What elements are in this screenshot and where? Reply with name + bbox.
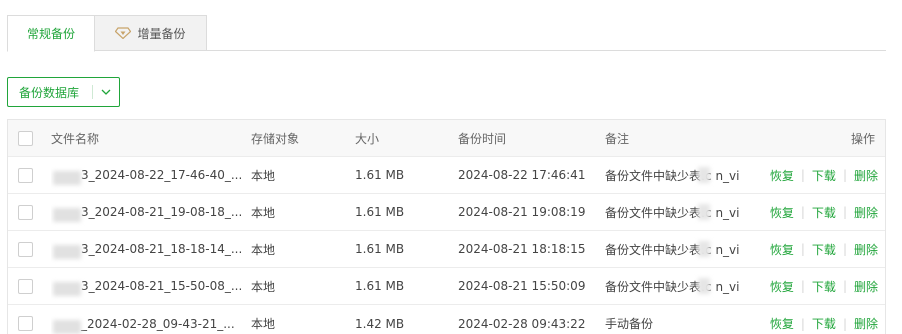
row-checkbox[interactable] bbox=[18, 278, 33, 294]
op-separator: | bbox=[800, 242, 805, 256]
restore-link[interactable]: 恢复 bbox=[770, 278, 794, 295]
op-separator: | bbox=[842, 316, 847, 331]
row-checkbox[interactable] bbox=[18, 241, 33, 257]
size-value: 1.61 MB bbox=[355, 279, 405, 293]
tab-incremental-backup-label: 增量备份 bbox=[137, 26, 186, 41]
delete-link[interactable]: 删除 bbox=[854, 167, 878, 184]
file-name[interactable]: 3_2024-08-21_18-18-14_... bbox=[51, 242, 241, 259]
op-separator: | bbox=[800, 279, 805, 293]
download-link[interactable]: 下载 bbox=[812, 167, 836, 184]
storage-value: 本地 bbox=[251, 279, 276, 294]
note-value: 备份文件中缺少表:c n_vi bbox=[605, 240, 740, 257]
table-row: 3_2024-08-21_18-18-14_... 本地 1.61 MB 202… bbox=[8, 231, 885, 268]
download-link[interactable]: 下载 bbox=[812, 204, 836, 221]
download-link[interactable]: 下载 bbox=[812, 315, 836, 332]
row-checkbox[interactable] bbox=[18, 204, 33, 220]
storage-value: 本地 bbox=[251, 168, 276, 183]
backup-database-button[interactable]: 备份数据库 bbox=[7, 77, 120, 107]
row-checkbox[interactable] bbox=[18, 316, 33, 331]
storage-value: 本地 bbox=[251, 242, 276, 257]
header-size[interactable]: 大小 bbox=[355, 130, 379, 147]
file-name[interactable]: 3_2024-08-22_17-46-40_... bbox=[51, 168, 241, 185]
delete-link[interactable]: 删除 bbox=[854, 278, 878, 295]
backup-tabs: 常规备份 增量备份 bbox=[7, 15, 886, 52]
size-value: 1.61 MB bbox=[355, 205, 405, 219]
file-name[interactable]: _2024-02-28_09-43-21_... bbox=[51, 317, 235, 334]
time-value: 2024-08-21 15:50:09 bbox=[458, 279, 586, 293]
download-link[interactable]: 下载 bbox=[812, 241, 836, 258]
time-value: 2024-08-21 19:08:19 bbox=[458, 205, 586, 219]
note-value: 备份文件中缺少表:c n_vi bbox=[605, 277, 740, 294]
header-time[interactable]: 备份时间 bbox=[458, 130, 506, 147]
storage-value: 本地 bbox=[251, 205, 276, 220]
row-checkbox[interactable] bbox=[18, 167, 33, 183]
tab-incremental-backup[interactable]: 增量备份 bbox=[95, 15, 207, 51]
size-value: 1.61 MB bbox=[355, 242, 405, 256]
time-value: 2024-02-28 09:43:22 bbox=[458, 316, 586, 331]
header-name[interactable]: 文件名称 bbox=[51, 130, 99, 147]
restore-link[interactable]: 恢复 bbox=[770, 241, 794, 258]
chevron-down-icon[interactable] bbox=[93, 89, 119, 95]
file-name[interactable]: 3_2024-08-21_19-08-18_... bbox=[51, 205, 241, 222]
gem-icon bbox=[115, 27, 132, 39]
backup-table: 文件名称 存储对象 大小 备份时间 备注 操作 3_2024-08-22_17-… bbox=[7, 119, 886, 334]
note-value: 手动备份 bbox=[605, 317, 654, 331]
header-storage: 存储对象 bbox=[251, 131, 300, 146]
table-header: 文件名称 存储对象 大小 备份时间 备注 操作 bbox=[8, 120, 885, 157]
op-separator: | bbox=[800, 205, 805, 219]
header-note: 备注 bbox=[605, 131, 630, 146]
restore-link[interactable]: 恢复 bbox=[770, 204, 794, 221]
table-row: 3_2024-08-21_19-08-18_... 本地 1.61 MB 202… bbox=[8, 194, 885, 231]
storage-value: 本地 bbox=[251, 317, 276, 331]
op-separator: | bbox=[842, 205, 847, 219]
table-row: 3_2024-08-22_17-46-40_... 本地 1.61 MB 202… bbox=[8, 157, 885, 194]
restore-link[interactable]: 恢复 bbox=[770, 167, 794, 184]
delete-link[interactable]: 删除 bbox=[854, 241, 878, 258]
tab-regular-backup-label: 常规备份 bbox=[26, 27, 75, 41]
note-value: 备份文件中缺少表:c n_vi bbox=[605, 203, 740, 220]
tab-regular-backup[interactable]: 常规备份 bbox=[7, 15, 95, 52]
backup-database-label: 备份数据库 bbox=[19, 85, 80, 100]
restore-link[interactable]: 恢复 bbox=[770, 315, 794, 332]
table-row: 3_2024-08-21_15-50-08_... 本地 1.61 MB 202… bbox=[8, 268, 885, 305]
op-separator: | bbox=[842, 279, 847, 293]
download-link[interactable]: 下载 bbox=[812, 278, 836, 295]
header-ops: 操作 bbox=[850, 131, 875, 146]
delete-link[interactable]: 删除 bbox=[854, 204, 878, 221]
file-name[interactable]: 3_2024-08-21_15-50-08_... bbox=[51, 279, 241, 296]
time-value: 2024-08-22 17:46:41 bbox=[458, 168, 586, 182]
op-separator: | bbox=[842, 242, 847, 256]
select-all-checkbox[interactable] bbox=[18, 130, 33, 146]
size-value: 1.61 MB bbox=[355, 168, 405, 182]
op-separator: | bbox=[800, 168, 805, 182]
note-value: 备份文件中缺少表:c n_vi bbox=[605, 166, 740, 183]
size-value: 1.42 MB bbox=[355, 316, 405, 331]
table-row: _2024-02-28_09-43-21_... 本地 1.42 MB 2024… bbox=[8, 305, 885, 334]
op-separator: | bbox=[842, 168, 847, 182]
delete-link[interactable]: 删除 bbox=[854, 315, 878, 332]
time-value: 2024-08-21 18:18:15 bbox=[458, 242, 586, 256]
op-separator: | bbox=[800, 316, 805, 331]
